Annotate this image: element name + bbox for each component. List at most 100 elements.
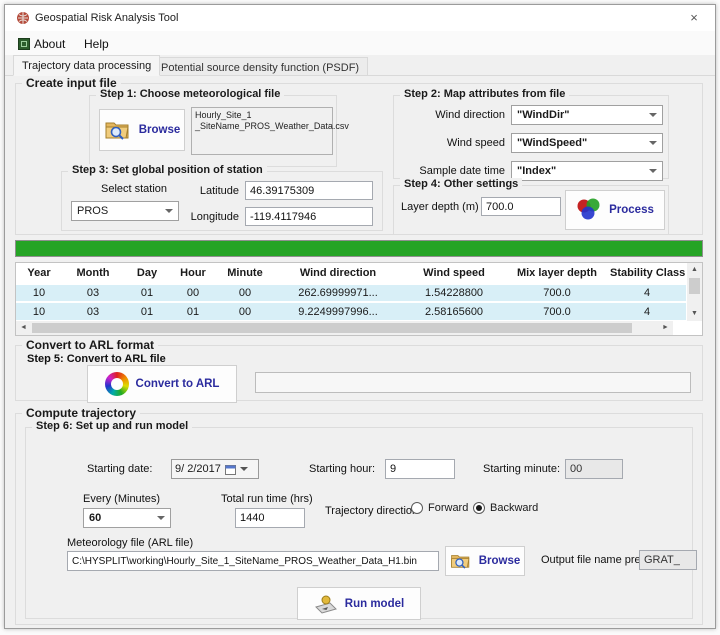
run-model-label: Run model [345, 598, 404, 610]
run-model-button[interactable]: Run model [297, 587, 421, 620]
starting-date-picker[interactable]: 9/ 2/2017 [171, 459, 259, 479]
radio-backward[interactable] [473, 502, 485, 514]
step1-file-display[interactable]: Hourly_Site_1 _SiteName_PROS_Weather_Dat… [191, 107, 333, 155]
every-minutes-label: Every (Minutes) [83, 493, 160, 505]
cell: 10 [16, 284, 62, 302]
radio-forward[interactable] [411, 502, 423, 514]
close-button[interactable]: × [683, 9, 705, 27]
table-row[interactable]: 10 03 01 01 00 9.2249997996... 2.5816560… [16, 302, 686, 320]
layer-depth-field[interactable] [481, 197, 561, 216]
met-file-browse-button[interactable]: Browse [445, 546, 525, 576]
col-day[interactable]: Day [124, 263, 170, 284]
total-run-time-label: Total run time (hrs) [221, 493, 313, 505]
tab-psdf[interactable]: Potential source density function (PSDF) [152, 57, 368, 76]
scroll-left-icon[interactable]: ◄ [16, 321, 31, 335]
wind-direction-value: "WindDir" [517, 109, 570, 121]
convert-title: Convert to ARL format [22, 338, 158, 352]
scroll-up-icon[interactable]: ▲ [687, 263, 702, 277]
wind-speed-select[interactable]: "WindSpeed" [511, 133, 663, 153]
backward-radio-option[interactable]: Backward [473, 502, 538, 514]
step6-title: Step 6: Set up and run model [32, 420, 192, 432]
output-prefix-field[interactable] [639, 550, 697, 570]
col-hour[interactable]: Hour [170, 263, 216, 284]
cell: 2.58165600 [402, 302, 506, 320]
file-name-line2: _SiteName_PROS_Weather_Data.csv [195, 121, 329, 132]
sample-date-time-select[interactable]: "Index" [511, 161, 663, 181]
wind-speed-value: "WindSpeed" [517, 137, 587, 149]
step1-title: Step 1: Choose meteorological file [96, 88, 284, 100]
cell: 10 [16, 302, 62, 320]
cell: 03 [62, 284, 124, 302]
menu-help-label: Help [84, 37, 109, 51]
scrollbar-thumb[interactable] [689, 278, 700, 294]
scroll-right-icon[interactable]: ► [658, 321, 673, 335]
every-minutes-value: 60 [89, 512, 101, 524]
layer-depth-label: Layer depth (m) [401, 201, 479, 213]
chevron-down-icon [240, 467, 248, 471]
trajectory-direction-label: Trajectory direction [325, 505, 418, 517]
cell: 03 [62, 302, 124, 320]
wind-direction-select[interactable]: "WindDir" [511, 105, 663, 125]
scroll-down-icon[interactable]: ▼ [687, 307, 702, 321]
horizontal-scrollbar[interactable]: ◄ ► [16, 321, 673, 335]
met-file-field[interactable] [67, 551, 439, 571]
convert-arl-icon [105, 372, 129, 396]
starting-minute-field[interactable] [565, 459, 623, 479]
cell: 01 [124, 284, 170, 302]
col-month[interactable]: Month [62, 263, 124, 284]
process-progress-bar [15, 240, 703, 257]
cell: 1.54228800 [402, 284, 506, 302]
menu-about[interactable]: About [13, 35, 70, 53]
folder-search-icon [104, 119, 132, 141]
col-stability-class[interactable]: Stability Class [608, 263, 686, 284]
latitude-field[interactable] [245, 181, 373, 200]
convert-to-arl-button[interactable]: Convert to ARL [87, 365, 237, 403]
starting-minute-label: Starting minute: [483, 463, 560, 475]
tab-strip: Trajectory data processing Potential sou… [5, 55, 715, 76]
step1-browse-button[interactable]: Browse [99, 109, 185, 151]
starting-hour-label: Starting hour: [309, 463, 375, 475]
cell: 262.69999971... [274, 284, 402, 302]
scrollbar-thumb[interactable] [32, 323, 632, 333]
station-select[interactable]: PROS [71, 201, 179, 221]
col-minute[interactable]: Minute [216, 263, 274, 284]
every-minutes-select[interactable]: 60 [83, 508, 171, 528]
menu-help[interactable]: Help [79, 35, 114, 53]
cell: 700.0 [506, 284, 608, 302]
col-wind-direction[interactable]: Wind direction [274, 263, 402, 284]
col-wind-speed[interactable]: Wind speed [402, 263, 506, 284]
vertical-scrollbar[interactable]: ▲ ▼ [687, 263, 702, 321]
process-icon [576, 198, 602, 222]
wind-direction-label: Wind direction [397, 109, 505, 121]
cell: 700.0 [506, 302, 608, 320]
run-model-icon [314, 593, 338, 615]
tab-label: Potential source density function (PSDF) [161, 62, 359, 74]
step4-title: Step 4: Other settings [400, 178, 522, 190]
chevron-down-icon [649, 141, 657, 145]
cell: 00 [170, 284, 216, 302]
total-run-time-field[interactable] [235, 508, 305, 528]
sample-date-time-value: "Index" [517, 165, 556, 177]
chevron-down-icon [157, 516, 165, 520]
menu-bar: About Help [5, 31, 715, 55]
cell: 01 [124, 302, 170, 320]
cell: 00 [216, 302, 274, 320]
weather-data-grid: Year Month Day Hour Minute Wind directio… [15, 262, 703, 336]
step3-title: Step 3: Set global position of station [68, 164, 267, 176]
process-button[interactable]: Process [565, 190, 665, 230]
browse-label: Browse [479, 555, 521, 567]
window-title: Geospatial Risk Analysis Tool [35, 12, 178, 24]
select-station-label: Select station [101, 183, 167, 195]
convert-progress-bar [255, 372, 691, 393]
longitude-field[interactable] [245, 207, 373, 226]
tab-trajectory-data-processing[interactable]: Trajectory data processing [13, 55, 160, 76]
table-row[interactable]: 10 03 01 00 00 262.69999971... 1.5422880… [16, 284, 686, 302]
col-mix-layer-depth[interactable]: Mix layer depth [506, 263, 608, 284]
starting-date-value: 9/ 2/2017 [175, 463, 221, 475]
about-icon [18, 38, 30, 50]
output-prefix-label: Output file name prefix [541, 554, 652, 566]
col-year[interactable]: Year [16, 263, 62, 284]
step5-title: Step 5: Convert to ARL file [27, 353, 166, 365]
starting-hour-field[interactable] [385, 459, 455, 479]
forward-radio-option[interactable]: Forward [411, 502, 468, 514]
